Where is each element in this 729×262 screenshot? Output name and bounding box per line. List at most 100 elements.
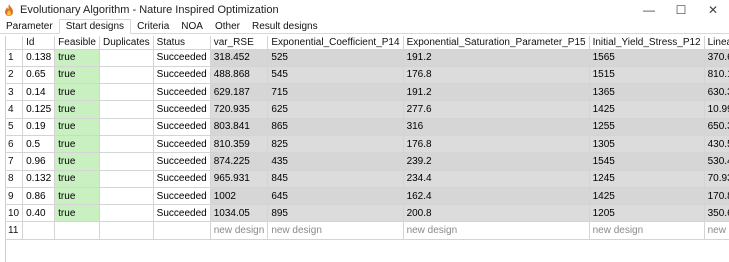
- row-number[interactable]: 9: [6, 187, 24, 206]
- duplicates-cell[interactable]: [99, 66, 154, 85]
- feasible-cell[interactable]: true: [54, 66, 100, 85]
- exponential-coefficient-header[interactable]: Exponential_Coefficient_P14: [267, 36, 404, 50]
- var-rse-header[interactable]: var_RSE: [210, 36, 269, 50]
- feasible-cell[interactable]: true: [54, 187, 100, 206]
- empty-cell[interactable]: [99, 221, 154, 240]
- initial-yield-stress-cell[interactable]: 1365: [589, 83, 705, 102]
- var-rse-cell[interactable]: 720.935: [210, 100, 269, 119]
- linear-coefficient-cell[interactable]: 630.37: [704, 83, 729, 102]
- initial-yield-stress-cell[interactable]: 1305: [589, 135, 705, 154]
- new-design-row[interactable]: 11 new design new design new design new desi…: [6, 221, 729, 240]
- exponential-coefficient-cell[interactable]: 865: [267, 118, 404, 136]
- exponential-coefficient-cell[interactable]: 525: [267, 49, 404, 67]
- new-design-cell[interactable]: new design: [704, 221, 729, 240]
- initial-yield-stress-cell[interactable]: 1255: [589, 118, 705, 136]
- initial-yield-stress-cell[interactable]: 1425: [589, 100, 705, 119]
- duplicates-header[interactable]: Duplicates: [99, 36, 154, 50]
- initial-yield-stress-cell[interactable]: 1245: [589, 170, 705, 188]
- duplicates-cell[interactable]: [99, 152, 154, 171]
- tab-parameter[interactable]: Parameter: [0, 19, 59, 33]
- exponential-coefficient-cell[interactable]: 845: [267, 170, 404, 188]
- exponential-coefficient-cell[interactable]: 545: [267, 66, 404, 85]
- duplicates-cell[interactable]: [99, 135, 154, 154]
- empty-cell[interactable]: [54, 221, 100, 240]
- table-row[interactable]: 8 0.132 true Succeeded 965.931 845 234.4 1245 70…: [6, 170, 729, 188]
- status-cell[interactable]: Succeeded: [153, 135, 211, 154]
- id-cell[interactable]: 0.19: [22, 118, 56, 136]
- status-cell[interactable]: Succeeded: [153, 83, 211, 102]
- exponential-coefficient-cell[interactable]: 625: [267, 100, 404, 119]
- exponential-saturation-cell[interactable]: 191.2: [403, 83, 590, 102]
- exponential-saturation-cell[interactable]: 234.4: [403, 170, 590, 188]
- var-rse-cell[interactable]: 488.868: [210, 66, 269, 85]
- feasible-cell[interactable]: true: [54, 135, 100, 154]
- table-row[interactable]: 7 0.96 true Succeeded 874.225 435 239.2 1545 530…: [6, 152, 729, 171]
- row-number[interactable]: 3: [6, 83, 24, 102]
- row-number[interactable]: 1: [6, 49, 24, 67]
- exponential-saturation-cell[interactable]: 176.8: [403, 135, 590, 154]
- id-cell[interactable]: 0.138: [22, 49, 56, 67]
- var-rse-cell[interactable]: 629.187: [210, 83, 269, 102]
- table-row[interactable]: 90.86true Succeeded1002645162.41425170.83…: [6, 187, 729, 206]
- tab-other[interactable]: Other: [209, 19, 246, 33]
- table-row[interactable]: 6 0.5 true Succeeded 810.359 825 176.8 1305 430.…: [6, 135, 729, 154]
- exponential-saturation-header[interactable]: Exponential_Saturation_Parameter_P15: [403, 36, 590, 50]
- exponential-saturation-cell[interactable]: 316: [403, 118, 590, 136]
- exponential-saturation-cell[interactable]: 200.8: [403, 204, 590, 223]
- close-button[interactable]: ✕: [697, 0, 729, 19]
- id-cell[interactable]: 0.86: [22, 187, 56, 206]
- new-design-cell[interactable]: new design: [210, 221, 269, 240]
- id-cell[interactable]: 0.5: [22, 135, 56, 154]
- status-cell[interactable]: Succeeded: [153, 118, 211, 136]
- var-rse-cell[interactable]: 318.452: [210, 49, 269, 67]
- feasible-header[interactable]: Feasible: [54, 36, 100, 50]
- exponential-saturation-cell[interactable]: 162.4: [403, 187, 590, 206]
- row-number[interactable]: 7: [6, 152, 24, 171]
- exponential-coefficient-cell[interactable]: 435: [267, 152, 404, 171]
- var-rse-cell[interactable]: 1002: [210, 187, 269, 206]
- linear-coefficient-cell[interactable]: 10.99: [704, 100, 729, 119]
- table-row[interactable]: 10 0.40 true Succeeded 1034.05 895 200.8 1205 35…: [6, 204, 729, 223]
- feasible-cell[interactable]: true: [54, 170, 100, 188]
- new-design-cell[interactable]: new design: [403, 221, 590, 240]
- minimize-button[interactable]: —: [633, 0, 665, 19]
- row-number[interactable]: 5: [6, 118, 24, 136]
- initial-yield-stress-header[interactable]: Initial_Yield_Stress_P12: [589, 36, 705, 50]
- duplicates-cell[interactable]: [99, 118, 154, 136]
- status-cell[interactable]: Succeeded: [153, 100, 211, 119]
- table-row[interactable]: 50.19true Succeeded803.8418653161255650.3…: [6, 118, 729, 136]
- tab-start-designs[interactable]: Start designs: [58, 19, 132, 34]
- exponential-saturation-cell[interactable]: 239.2: [403, 152, 590, 171]
- linear-coefficient-cell[interactable]: 370.63: [704, 49, 729, 67]
- empty-cell[interactable]: [22, 221, 56, 240]
- var-rse-cell[interactable]: 965.931: [210, 170, 269, 188]
- table-row[interactable]: 2 0.65 true Succeeded 488.868 545 176.8 1515 810…: [6, 66, 729, 85]
- exponential-coefficient-cell[interactable]: 825: [267, 135, 404, 154]
- initial-yield-stress-cell[interactable]: 1515: [589, 66, 705, 85]
- var-rse-cell[interactable]: 874.225: [210, 152, 269, 171]
- tab-criteria[interactable]: Criteria: [131, 19, 175, 33]
- duplicates-cell[interactable]: [99, 187, 154, 206]
- id-cell[interactable]: 0.132: [22, 170, 56, 188]
- linear-coefficient-cell[interactable]: 170.83: [704, 187, 729, 206]
- initial-yield-stress-cell[interactable]: 1565: [589, 49, 705, 67]
- exponential-coefficient-cell[interactable]: 715: [267, 83, 404, 102]
- tab-result-designs[interactable]: Result designs: [246, 19, 324, 33]
- exponential-coefficient-cell[interactable]: 895: [267, 204, 404, 223]
- row-number[interactable]: 10: [6, 204, 24, 223]
- rownum-header[interactable]: [6, 36, 24, 50]
- new-design-cell[interactable]: new design: [267, 221, 404, 240]
- tab-noa[interactable]: NOA: [175, 19, 209, 33]
- duplicates-cell[interactable]: [99, 170, 154, 188]
- feasible-cell[interactable]: true: [54, 100, 100, 119]
- linear-coefficient-cell[interactable]: 810.19: [704, 66, 729, 85]
- id-cell[interactable]: 0.65: [22, 66, 56, 85]
- maximize-button[interactable]: ☐: [665, 0, 697, 19]
- duplicates-cell[interactable]: [99, 100, 154, 119]
- status-cell[interactable]: Succeeded: [153, 66, 211, 85]
- id-cell[interactable]: 0.40: [22, 204, 56, 223]
- table-row[interactable]: 4 0.125 true Succeeded 720.935 625 277.6 1425 10…: [6, 100, 729, 119]
- initial-yield-stress-cell[interactable]: 1425: [589, 187, 705, 206]
- status-cell[interactable]: Succeeded: [153, 49, 211, 67]
- status-header[interactable]: Status: [153, 36, 211, 50]
